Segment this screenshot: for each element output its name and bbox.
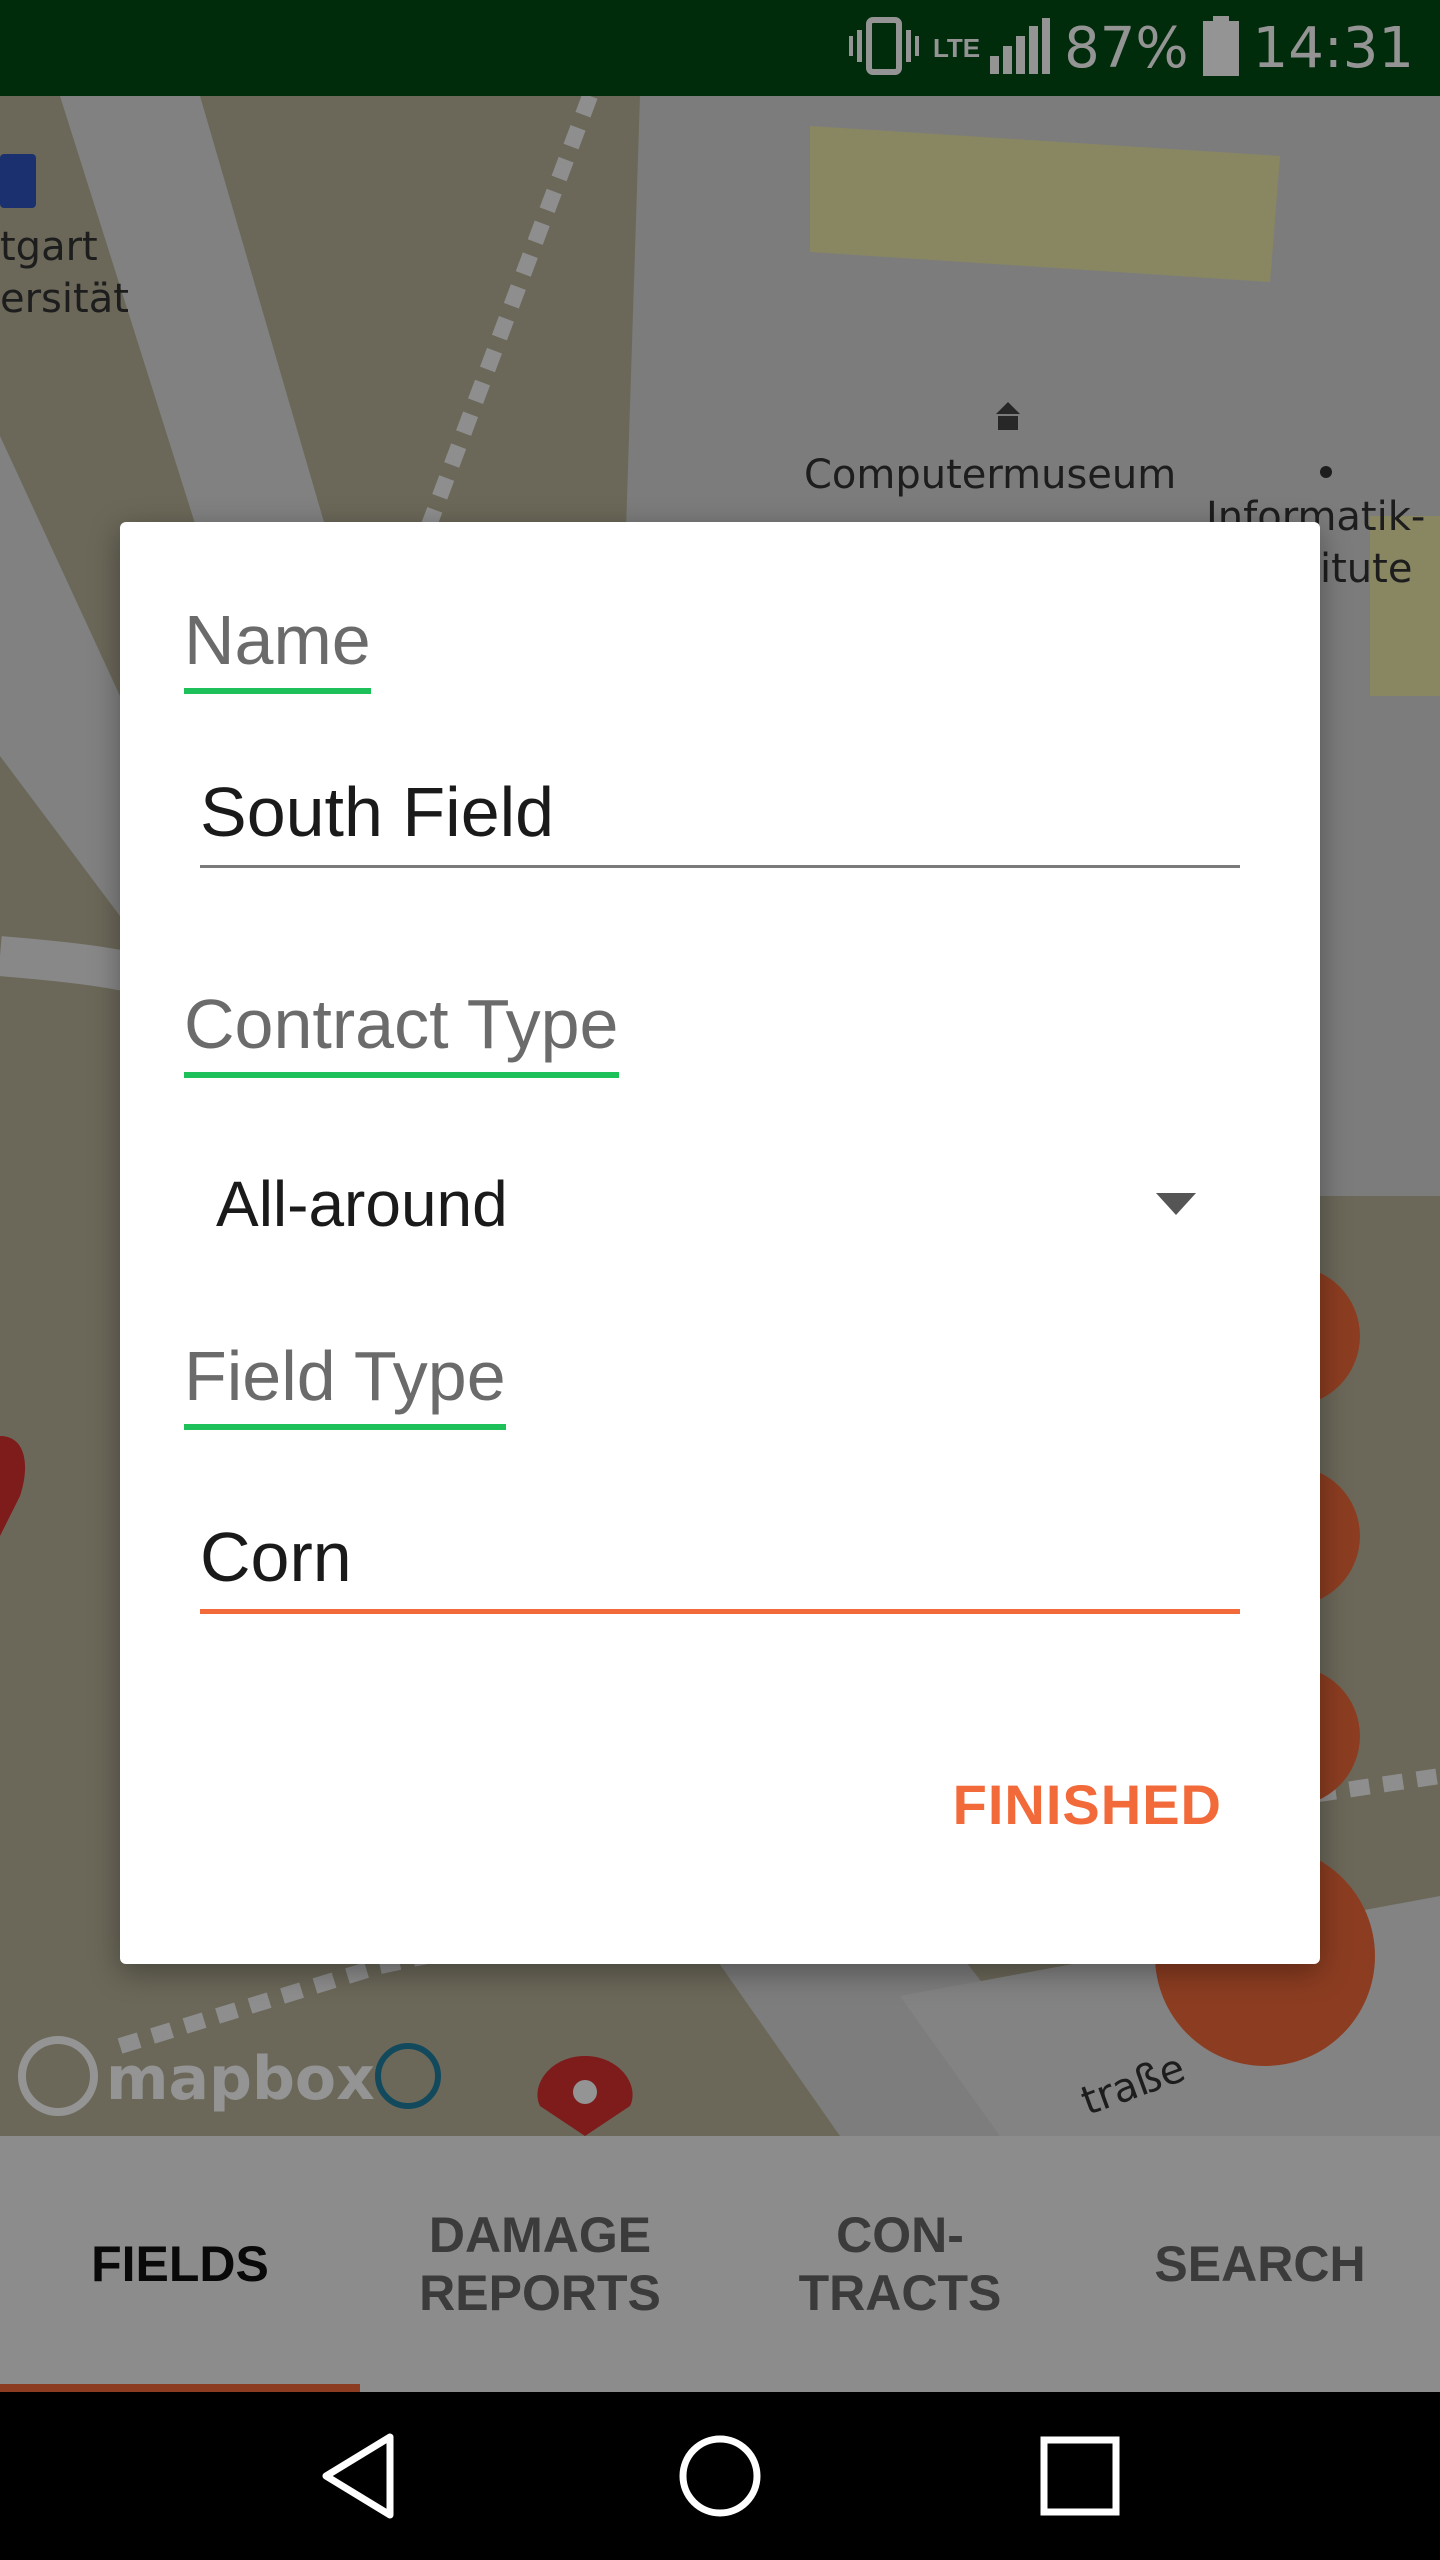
recents-button[interactable] [1020,2416,1140,2536]
system-nav-bar [0,2392,1440,2560]
name-label: Name [184,598,371,694]
finished-button[interactable]: FINISHED [953,1772,1222,1837]
back-triangle-icon [322,2433,394,2519]
name-input[interactable] [200,758,1240,865]
edit-field-dialog: Name Contract Type All-around Field Type… [120,522,1320,1964]
field-type-input[interactable] [200,1504,1240,1609]
dropdown-arrow-icon [1156,1193,1196,1215]
field-type-field[interactable] [200,1504,1240,1614]
recents-square-icon [1040,2436,1120,2516]
field-type-label: Field Type [184,1334,506,1430]
home-button[interactable] [660,2416,780,2536]
contract-type-label: Contract Type [184,982,619,1078]
contract-type-value: All-around [216,1168,508,1240]
home-circle-icon [679,2435,761,2517]
contract-type-dropdown[interactable]: All-around [216,1142,1216,1266]
name-field[interactable] [200,758,1240,868]
back-button[interactable] [300,2416,420,2536]
